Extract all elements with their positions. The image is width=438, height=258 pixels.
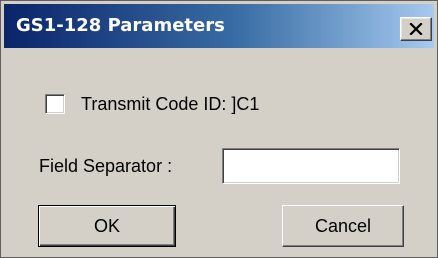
close-button[interactable]: [400, 17, 432, 41]
cancel-button[interactable]: Cancel: [282, 205, 404, 247]
field-separator-input[interactable]: [222, 148, 400, 184]
gs1-128-parameters-dialog: GS1-128 Parameters Transmit Code ID: ]C1…: [0, 0, 438, 258]
ok-button[interactable]: OK: [38, 205, 176, 247]
transmit-code-id-option[interactable]: Transmit Code ID: ]C1: [45, 93, 259, 115]
close-icon: [409, 23, 423, 35]
window-title: GS1-128 Parameters: [16, 15, 225, 36]
transmit-code-id-checkbox[interactable]: [45, 94, 65, 114]
title-bar[interactable]: GS1-128 Parameters: [4, 4, 434, 48]
field-separator-label: Field Separator :: [39, 156, 173, 176]
transmit-code-id-label[interactable]: Transmit Code ID: ]C1: [81, 93, 259, 115]
